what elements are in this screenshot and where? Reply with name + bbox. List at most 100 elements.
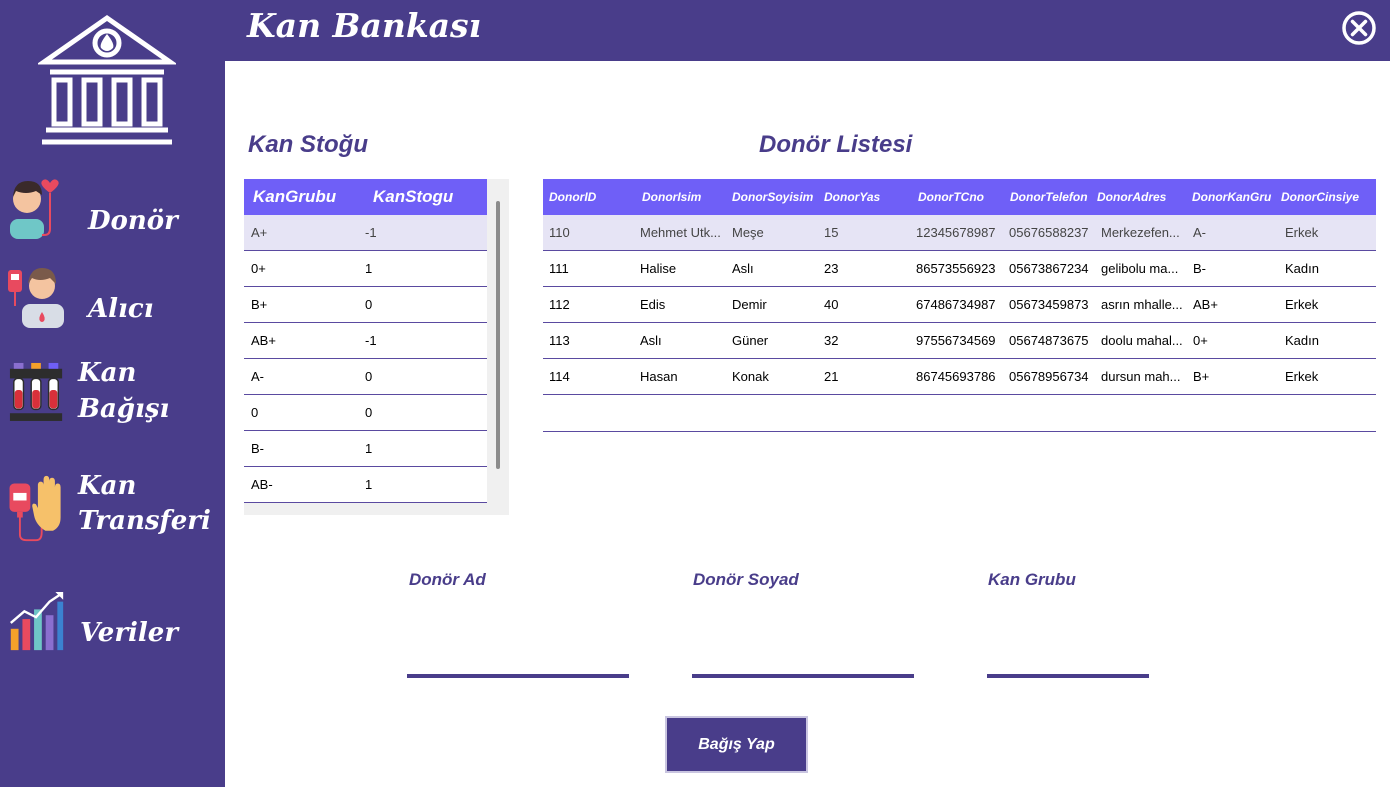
table-row[interactable]: B+ 0 bbox=[244, 287, 487, 323]
column-header[interactable]: KanStogu bbox=[365, 179, 453, 215]
donor-name-input[interactable] bbox=[407, 640, 629, 678]
table-cell: 05673867234 bbox=[1009, 261, 1089, 276]
table-cell: AB+ bbox=[251, 333, 276, 348]
table-cell: Güner bbox=[732, 333, 769, 348]
table-cell: Meşe bbox=[732, 225, 764, 240]
donor-list-title: Donör Listesi bbox=[759, 131, 913, 158]
table-cell: B- bbox=[1193, 261, 1206, 276]
table-cell: AB+ bbox=[1193, 297, 1218, 312]
sidebar-item-blood-donation[interactable]: Kan Bağışı bbox=[0, 355, 225, 435]
table-cell: doolu mahal... bbox=[1101, 333, 1183, 348]
close-icon[interactable] bbox=[1341, 10, 1377, 46]
sidebar-item-statistics[interactable]: Veriler bbox=[0, 588, 225, 658]
table-cell: gelibolu ma... bbox=[1101, 261, 1179, 276]
sidebar-item-label: Donör bbox=[88, 206, 178, 236]
column-header[interactable]: DonorID bbox=[543, 179, 636, 215]
table-cell: 113 bbox=[549, 333, 570, 348]
table-cell: Merkezefen... bbox=[1101, 225, 1180, 240]
table-cell: 0 bbox=[365, 405, 373, 420]
sidebar-item-label: Alıcı bbox=[88, 294, 154, 324]
sidebar-item-label: Transferi bbox=[78, 506, 211, 536]
table-cell: 05676588237 bbox=[1009, 225, 1089, 240]
table-cell: 0 bbox=[365, 297, 373, 312]
donor-surname-input[interactable] bbox=[692, 640, 914, 678]
table-row[interactable]: 112 Edis Demir 40 67486734987 05673459873 asrı… bbox=[543, 287, 1376, 323]
column-header[interactable]: DonorTelefon bbox=[1005, 179, 1097, 215]
table-cell: Demir bbox=[732, 297, 767, 312]
bar-chart-icon bbox=[9, 591, 64, 651]
column-header[interactable]: DonorYas bbox=[820, 179, 912, 215]
table-row[interactable]: AB+ -1 bbox=[244, 323, 487, 359]
donor-table[interactable]: DonorID DonorIsim DonorSoyisim DonorYas … bbox=[543, 179, 1376, 432]
table-cell: Erkek bbox=[1285, 369, 1319, 384]
app-title: Kan Bankası bbox=[247, 6, 482, 45]
table-cell: 23 bbox=[824, 261, 839, 276]
blood-group-input[interactable] bbox=[987, 640, 1149, 678]
table-row[interactable]: A- 0 bbox=[244, 359, 487, 395]
table-cell: Kadın bbox=[1285, 261, 1319, 276]
table-cell: A+ bbox=[251, 225, 268, 240]
table-row[interactable]: 111 Halise Aslı 23 86573556923 05673867234 gel… bbox=[543, 251, 1376, 287]
table-row[interactable]: 0+ 1 bbox=[244, 251, 487, 287]
table-row[interactable]: 113 Aslı Güner 32 97556734569 05674873675 dool… bbox=[543, 323, 1376, 359]
table-cell: Hasan bbox=[640, 369, 678, 384]
sidebar-item-blood-transfer[interactable]: Kan Transferi bbox=[0, 468, 225, 548]
table-cell: B+ bbox=[1193, 369, 1210, 384]
column-header[interactable]: DonorCinsiye bbox=[1281, 179, 1376, 215]
title-bar: Kan Bankası bbox=[225, 0, 1390, 61]
table-cell: 40 bbox=[824, 297, 839, 312]
table-header: DonorID DonorIsim DonorSoyisim DonorYas … bbox=[543, 179, 1376, 215]
table-cell: 12345678987 bbox=[916, 225, 996, 240]
sidebar-item-label: Kan bbox=[78, 358, 137, 388]
donor-surname-label: Donör Soyad bbox=[693, 570, 799, 589]
table-cell: 15 bbox=[824, 225, 839, 240]
table-cell: 32 bbox=[824, 333, 839, 348]
table-cell: B- bbox=[251, 441, 264, 456]
table-cell: 05674873675 bbox=[1009, 333, 1089, 348]
table-cell: A- bbox=[1193, 225, 1206, 240]
table-row[interactable]: AB- 1 bbox=[244, 467, 487, 503]
column-header[interactable]: KanGrubu bbox=[244, 179, 365, 215]
table-cell: Kadın bbox=[1285, 333, 1319, 348]
sidebar-item-donor[interactable]: Donör bbox=[0, 175, 225, 245]
table-row[interactable]: A+ -1 bbox=[244, 215, 487, 251]
column-header[interactable]: DonorIsim bbox=[636, 179, 728, 215]
column-header[interactable]: DonorSoyisim bbox=[728, 179, 820, 215]
transfusion-icon bbox=[9, 475, 61, 542]
table-cell: 112 bbox=[549, 297, 570, 312]
table-cell: AB- bbox=[251, 477, 273, 492]
donor-icon bbox=[10, 179, 59, 239]
blood-tubes-icon bbox=[9, 362, 63, 421]
table-row[interactable]: 114 Hasan Konak 21 86745693786 05678956734 dur… bbox=[543, 359, 1376, 395]
table-cell: 97556734569 bbox=[916, 333, 996, 348]
table-cell: 86573556923 bbox=[916, 261, 996, 276]
table-cell: 110 bbox=[549, 225, 570, 240]
table-row[interactable]: 00 bbox=[244, 395, 487, 431]
table-row[interactable]: B- 1 bbox=[244, 431, 487, 467]
bank-icon bbox=[38, 14, 176, 145]
sidebar-item-recipient[interactable]: Alıcı bbox=[0, 262, 225, 332]
table-cell: 0+ bbox=[251, 261, 266, 276]
recipient-icon bbox=[8, 268, 64, 328]
scrollbar[interactable] bbox=[496, 201, 500, 469]
table-cell: 05678956734 bbox=[1009, 369, 1089, 384]
blood-group-label: Kan Grubu bbox=[988, 570, 1076, 589]
table-cell: asrın mhalle... bbox=[1101, 297, 1183, 312]
stock-title: Kan Stoğu bbox=[248, 131, 368, 158]
column-header[interactable]: DonorTCno bbox=[912, 179, 1005, 215]
donor-name-label: Donör Ad bbox=[409, 570, 486, 589]
sidebar-item-label: Kan bbox=[78, 471, 137, 501]
table-row-empty[interactable] bbox=[543, 395, 1376, 432]
table-cell: 0 bbox=[365, 369, 373, 384]
table-cell: 1 bbox=[365, 441, 373, 456]
table-row[interactable]: 110 Mehmet Utk... Meşe 15 12345678987 0567658… bbox=[543, 215, 1376, 251]
table-cell: dursun mah... bbox=[1101, 369, 1181, 384]
column-header[interactable]: DonorKanGru bbox=[1189, 179, 1281, 215]
table-cell: 0 bbox=[251, 405, 259, 420]
sidebar-item-label: Bağışı bbox=[78, 394, 170, 424]
table-cell: 05673459873 bbox=[1009, 297, 1089, 312]
column-header[interactable]: DonorAdres bbox=[1097, 179, 1189, 215]
blood-stock-table[interactable]: KanGrubu KanStogu A+ -1 0+ 1 B+ 0 AB+ -1 A- 0 0 0 B-… bbox=[244, 179, 509, 515]
table-cell: 114 bbox=[549, 369, 570, 384]
donate-button[interactable]: Bağış Yap bbox=[665, 716, 808, 773]
